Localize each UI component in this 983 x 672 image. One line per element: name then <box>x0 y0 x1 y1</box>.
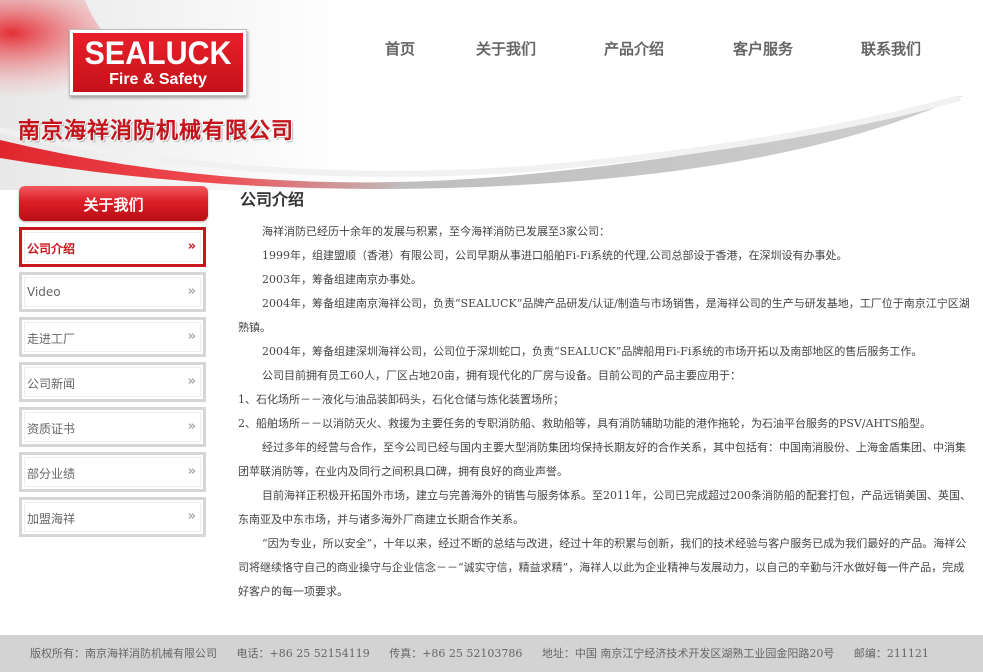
nav-item-about[interactable]: 关于我们 <box>476 38 536 59</box>
content-paragraph: 1、石化场所－－液化与油品装卸码头，石化仓储与炼化装置场所； <box>238 393 564 406</box>
double-chevron-right-icon: » <box>187 419 196 434</box>
sidebar-item-label: 走进工厂 <box>27 332 76 346</box>
content-paragraph: 2004年，筹备组建南京海祥公司，负责“SEALUCK”品牌产品研发/认证/制造… <box>238 297 970 334</box>
sidebar-item-label: Video <box>27 285 61 299</box>
content-paragraph: 2003年，筹备组建南京办事处。 <box>262 273 422 286</box>
content-paragraph: 1999年，组建盟顺（香港）有限公司，公司早期从事进口船舶Fi-Fi系统的代理,… <box>262 249 848 262</box>
footer-address: 地址：中国 南京江宁经济技术开发区湖熟工业园金阳路20号 <box>541 647 835 660</box>
double-chevron-right-icon: » <box>187 509 196 524</box>
sidebar-item-references[interactable]: 部分业绩 » <box>19 452 206 492</box>
logo-red-panel: SEALUCK Fire & Safety <box>73 33 243 92</box>
footer-postcode: 邮编：211121 <box>853 647 929 660</box>
double-chevron-right-icon: » <box>187 464 196 479</box>
content-paragraph: 海祥消防已经历十余年的发展与积累，至今海祥消防已发展至3家公司： <box>262 225 610 238</box>
content-paragraph: 2、船舶场所－－以消防灭火、救援为主要任务的专职消防船、救助船等，具有消防辅助功… <box>238 417 931 430</box>
double-chevron-right-icon: » <box>187 329 196 344</box>
content-paragraph: “因为专业，所以安全”，十年以来，经过不断的总结与改进，经过十年的积累与创新，我… <box>238 537 967 598</box>
content-paragraph: 目前海祥正积极开拓国外市场，建立与完善海外的销售与服务体系。至2011年，公司已… <box>238 489 971 526</box>
sidebar-item-label: 公司介绍 <box>27 242 76 256</box>
site-header: SEALUCK Fire & Safety 南京海祥消防机械有限公司 首页 关于… <box>0 0 983 190</box>
nav-item-service[interactable]: 客户服务 <box>733 38 793 59</box>
sidebar-item-label: 公司新闻 <box>27 377 76 391</box>
double-chevron-right-icon: » <box>187 239 196 254</box>
content-paragraph: 经过多年的经营与合作，至今公司已经与国内主要大型消防集团均保持长期友好的合作关系… <box>238 441 966 478</box>
sidebar-item-label: 加盟海祥 <box>27 512 76 526</box>
sidebar-item-join[interactable]: 加盟海祥 » <box>19 497 206 537</box>
content-title: 公司介绍 <box>240 190 305 209</box>
content-body: 海祥消防已经历十余年的发展与积累，至今海祥消防已发展至3家公司： 1999年，组… <box>238 220 972 604</box>
sidebar-title-label: 关于我们 <box>83 196 144 214</box>
sidebar-item-company-intro[interactable]: 公司介绍 » <box>19 227 206 267</box>
footer-copyright: 版权所有：南京海祥消防机械有限公司 <box>30 647 217 660</box>
sidebar-item-certificates[interactable]: 资质证书 » <box>19 407 206 447</box>
footer-info: 版权所有：南京海祥消防机械有限公司 电话：+86 25 52154119 传真：… <box>30 645 945 661</box>
nav-item-contact[interactable]: 联系我们 <box>861 38 921 59</box>
sealuck-logo[interactable]: SEALUCK Fire & Safety <box>69 29 247 96</box>
sidebar-item-label: 部分业绩 <box>27 467 76 481</box>
company-name-heading: 南京海祥消防机械有限公司 <box>18 118 295 144</box>
footer-phone: 电话：+86 25 52154119 <box>236 647 370 660</box>
double-chevron-right-icon: » <box>187 374 196 389</box>
site-footer: 版权所有：南京海祥消防机械有限公司 电话：+86 25 52154119 传真：… <box>0 635 983 672</box>
sidebar-item-video[interactable]: Video » <box>19 272 206 312</box>
sidebar-item-factory[interactable]: 走进工厂 » <box>19 317 206 357</box>
double-chevron-right-icon: » <box>187 284 196 299</box>
content-paragraph: 2004年，筹备组建深圳海祥公司，公司位于深圳蛇口，负责“SEALUCK”品牌船… <box>262 345 923 358</box>
nav-item-home[interactable]: 首页 <box>385 38 415 59</box>
footer-fax: 传真：+86 25 52103786 <box>389 647 523 660</box>
sidebar-title: 关于我们 <box>19 186 208 221</box>
sidebar-item-label: 资质证书 <box>27 422 76 436</box>
sidebar-item-news[interactable]: 公司新闻 » <box>19 362 206 402</box>
logo-wordmark: SEALUCK <box>84 35 232 71</box>
content-paragraph: 公司目前拥有员工60人，厂区占地20亩，拥有现代化的厂房与设备。目前公司的产品主… <box>262 369 741 382</box>
nav-item-products[interactable]: 产品介绍 <box>604 38 664 59</box>
logo-tagline: Fire & Safety <box>109 71 207 88</box>
